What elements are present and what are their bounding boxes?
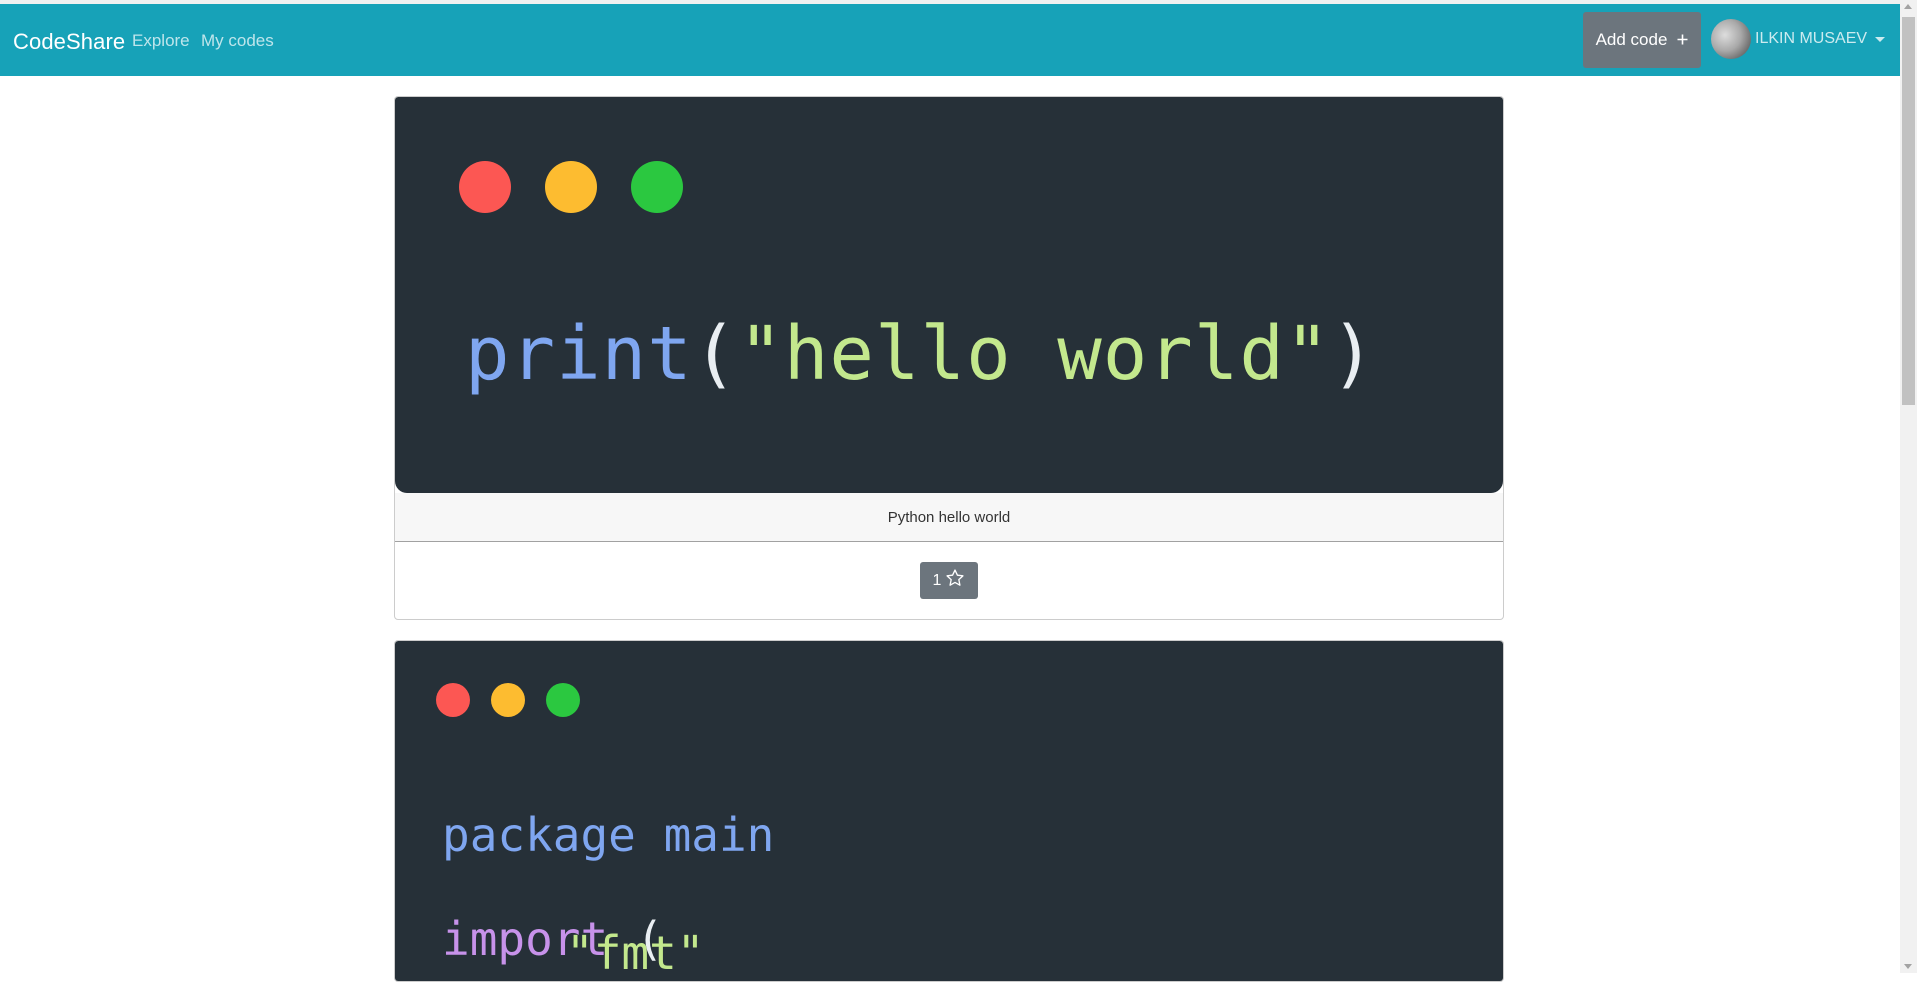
code-card: package main import ( "fmt" [394, 640, 1504, 982]
scroll-up-arrow-icon[interactable] [1904, 4, 1912, 9]
user-name: ILKIN MUSAEV [1755, 30, 1868, 47]
star-count: 1 [932, 571, 942, 589]
user-menu-toggle[interactable]: ILKIN MUSAEV [1711, 18, 1886, 60]
star-icon [945, 568, 965, 593]
star-button[interactable]: 1 [920, 562, 978, 599]
window-maximize-dot [546, 683, 580, 717]
code-card: print("hello world") Python hello world … [394, 96, 1504, 620]
scrollbar[interactable] [1900, 0, 1917, 973]
window-close-dot [459, 161, 511, 213]
code-image[interactable]: print("hello world") [395, 97, 1503, 493]
plus-icon [1677, 30, 1688, 50]
window-minimize-dot [491, 683, 525, 717]
scroll-down-arrow-icon[interactable] [1904, 964, 1912, 969]
code-image[interactable]: package main import ( "fmt" [395, 641, 1503, 981]
scrollbar-thumb[interactable] [1902, 17, 1915, 405]
window-maximize-dot [631, 161, 683, 213]
window-minimize-dot [545, 161, 597, 213]
window-close-dot [436, 683, 470, 717]
add-code-label: Add code [1595, 30, 1668, 49]
chevron-down-icon [1875, 36, 1886, 42]
nav-link-explore[interactable]: Explore [132, 31, 190, 51]
snippet-title: Python hello world [395, 493, 1503, 542]
add-code-button[interactable]: Add code [1583, 12, 1701, 68]
brand-logo[interactable]: CodeShare [13, 29, 125, 55]
navbar: CodeShare Explore My codes Add code ILKI… [0, 4, 1900, 76]
code-text: print("hello world") [465, 311, 1377, 397]
nav-link-my-codes[interactable]: My codes [201, 31, 274, 51]
card-footer: 1 [395, 542, 1503, 619]
avatar [1711, 19, 1751, 59]
